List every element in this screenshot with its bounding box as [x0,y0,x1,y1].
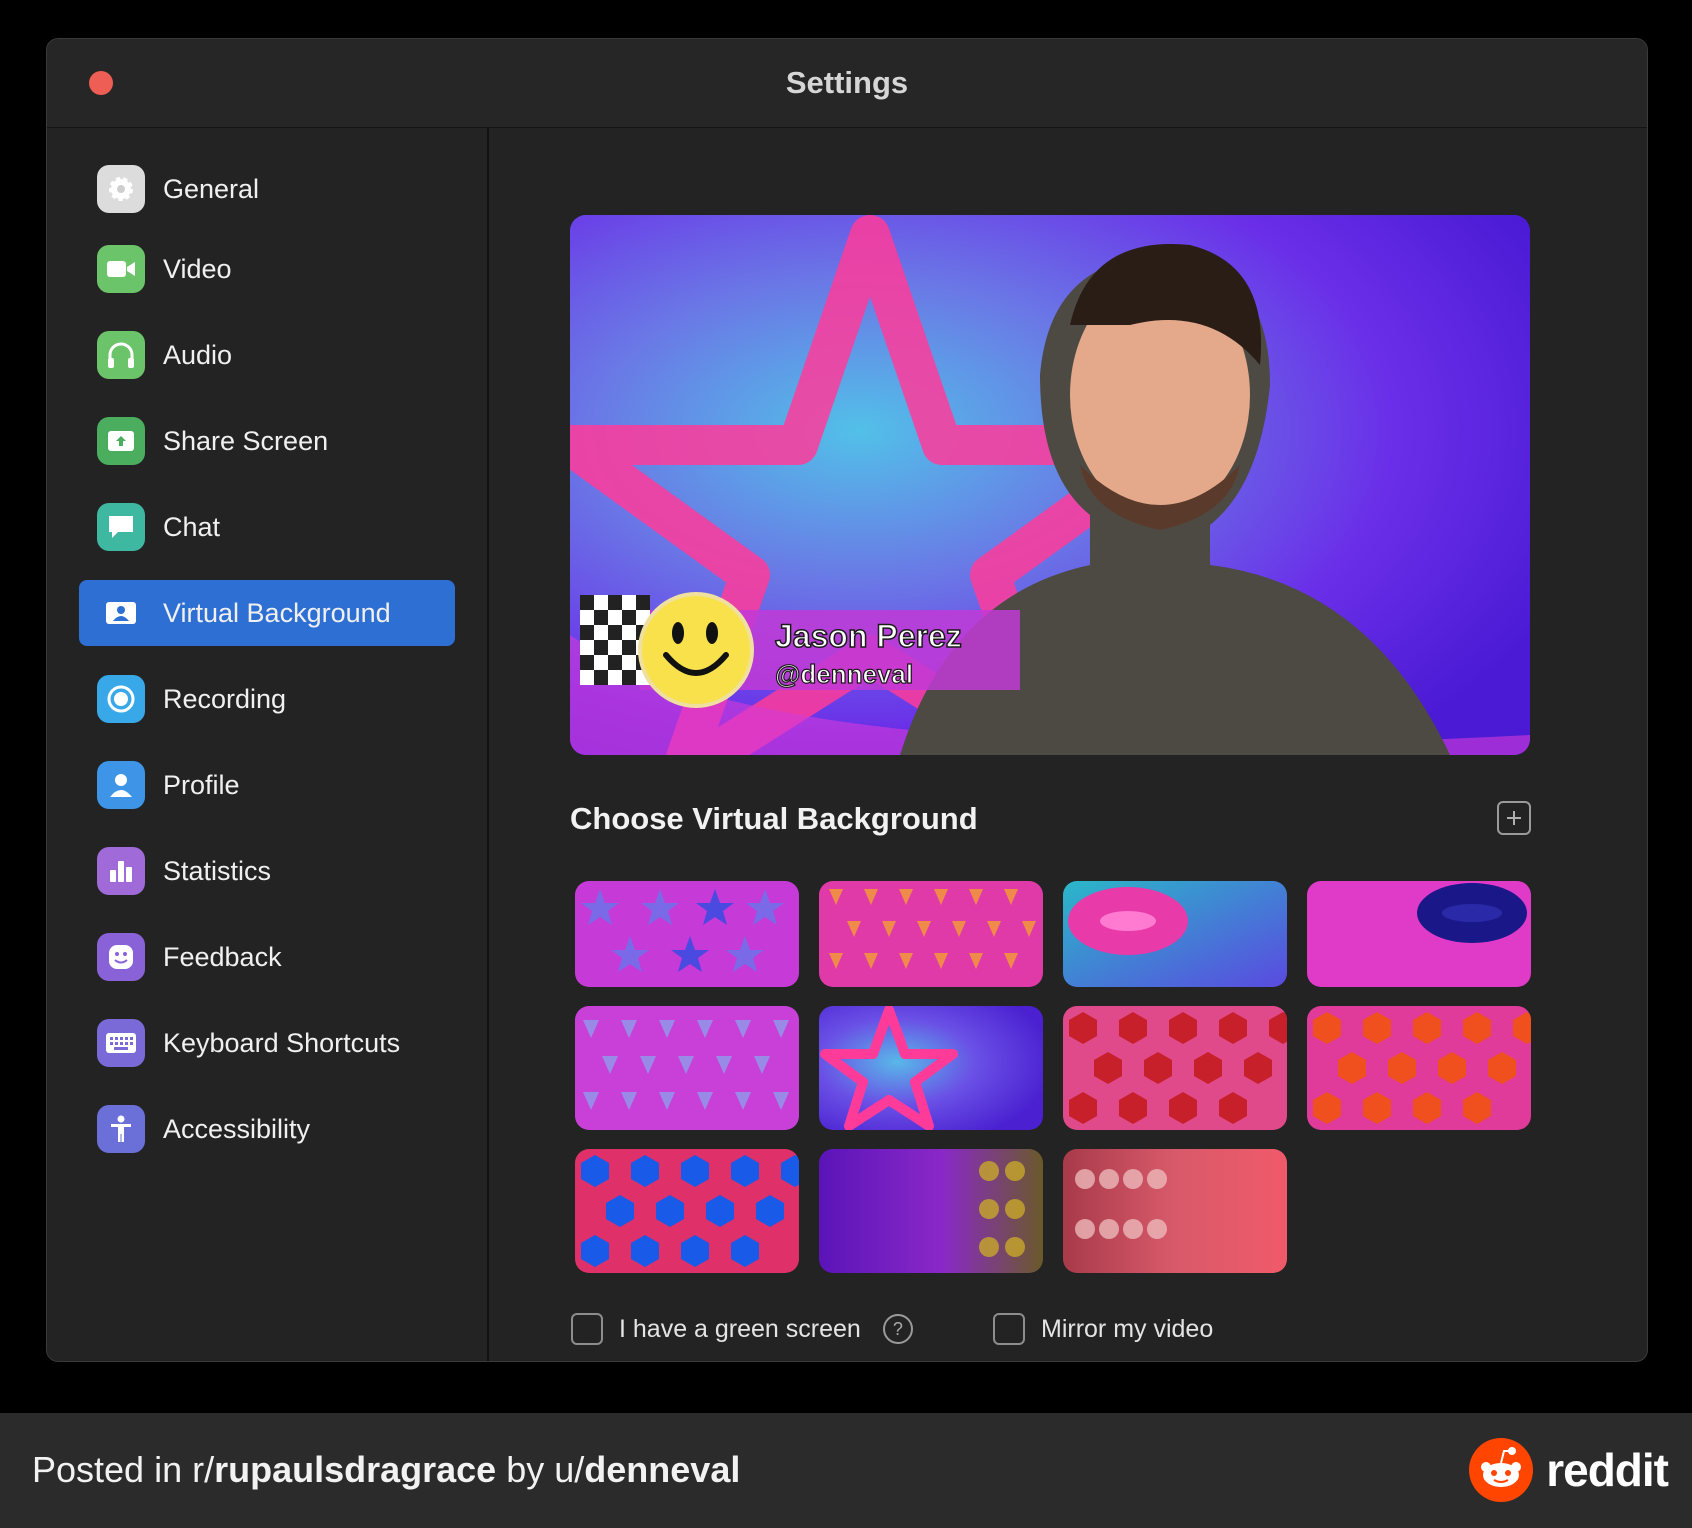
background-thumbnail-lips-blue[interactable] [1063,881,1287,987]
subreddit-link[interactable]: rupaulsdragrace [214,1449,496,1490]
sidebar-item-label: Video [163,253,232,284]
sidebar-item-chat[interactable]: Chat [79,494,455,560]
video-preview: Jason Perez @denneval [570,215,1530,755]
preview-name-text: Jason Perez [775,618,962,654]
background-thumbnail-hexagons-red[interactable] [1063,1006,1287,1130]
sidebar-item-audio[interactable]: Audio [79,322,455,388]
settings-window: Settings General Video Audio Share Scree… [46,38,1648,1362]
sidebar-item-profile[interactable]: Profile [79,752,455,818]
choose-background-heading: Choose Virtual Background [570,801,978,836]
record-icon [97,675,145,723]
profile-icon [97,761,145,809]
background-thumbnail-triangles-lilac[interactable] [575,1006,799,1130]
reddit-wordmark: reddit [1546,1444,1669,1496]
gear-icon [97,165,145,213]
help-icon[interactable]: ? [882,1314,913,1344]
sidebar-item-accessibility[interactable]: Accessibility [79,1096,455,1162]
background-thumbnail-lips-pink[interactable] [1307,881,1531,987]
green-screen-label: I have a green screen [619,1314,861,1343]
accessibility-icon [97,1105,145,1153]
settings-sidebar: General Video Audio Share Screen Chat Vi… [47,128,489,1361]
video-camera-icon [97,245,145,293]
sidebar-item-statistics[interactable]: Statistics [79,838,455,904]
virtual-background-panel: Jason Perez @denneval Choose Virtual Bac… [489,128,1647,1361]
mirror-option: Mirror my video [993,1313,1213,1345]
sidebar-item-label: Keyboard Shortcuts [163,1027,401,1058]
keyboard-icon [97,1019,145,1067]
background-thumbnail-hexagons-orange[interactable] [1307,1006,1531,1130]
headphones-icon [97,331,145,379]
sidebar-item-video[interactable]: Video [79,236,455,302]
mirror-video-checkbox[interactable] [993,1313,1025,1345]
sidebar-item-label: General [163,173,260,204]
posted-in-text: Posted in r/rupaulsdragrace by u/denneva… [32,1449,740,1491]
green-screen-option: I have a green screen ? [571,1313,913,1345]
sidebar-item-share-screen[interactable]: Share Screen [79,408,455,474]
bar-chart-icon [97,847,145,895]
background-thumbnail-purple-wigs[interactable] [819,1149,1043,1273]
posted-by: by u/ [496,1449,585,1490]
background-thumbnail-red-wigs[interactable] [1063,1149,1287,1273]
sidebar-item-label: Feedback [163,941,282,972]
background-thumbnail-triangles-orange[interactable] [819,881,1043,987]
mirror-video-label: Mirror my video [1041,1314,1214,1343]
add-background-button[interactable] [1497,801,1531,835]
posted-prefix: Posted in r/ [32,1449,215,1490]
sidebar-item-keyboard-shortcuts[interactable]: Keyboard Shortcuts [79,1010,455,1076]
sidebar-item-label: Virtual Background [163,597,391,628]
reddit-alien-icon [1469,1438,1534,1502]
plus-icon [1507,811,1521,825]
background-thumbnail-hexagons-blue[interactable] [575,1149,799,1273]
sidebar-item-virtual-background[interactable]: Virtual Background [79,580,455,646]
reddit-logo: reddit [1468,1437,1669,1503]
preview-handle-text: @denneval [775,659,913,689]
background-thumbnail-stars[interactable] [575,881,799,987]
sidebar-item-label: Chat [163,511,221,542]
sidebar-item-label: Accessibility [163,1113,311,1144]
sidebar-item-label: Statistics [163,855,272,886]
person-card-icon [97,589,145,637]
sidebar-item-label: Audio [163,339,233,370]
user-link[interactable]: denneval [584,1449,740,1490]
title-bar: Settings [47,39,1647,128]
sidebar-item-general[interactable]: General [79,156,455,222]
share-screen-icon [97,417,145,465]
sidebar-item-label: Share Screen [163,425,329,456]
background-thumbnail-neon-star[interactable] [819,1006,1043,1130]
green-screen-checkbox[interactable] [571,1313,603,1345]
sidebar-item-label: Profile [163,769,240,800]
reddit-footer: Posted in r/rupaulsdragrace by u/denneva… [0,1413,1692,1528]
sidebar-item-feedback[interactable]: Feedback [79,924,455,990]
window-title: Settings [785,65,909,100]
preview-image: Jason Perez @denneval [570,215,1530,755]
smiley-icon [97,933,145,981]
sidebar-item-recording[interactable]: Recording [79,666,455,732]
chat-bubble-icon [97,503,145,551]
sidebar-item-label: Recording [163,683,287,714]
